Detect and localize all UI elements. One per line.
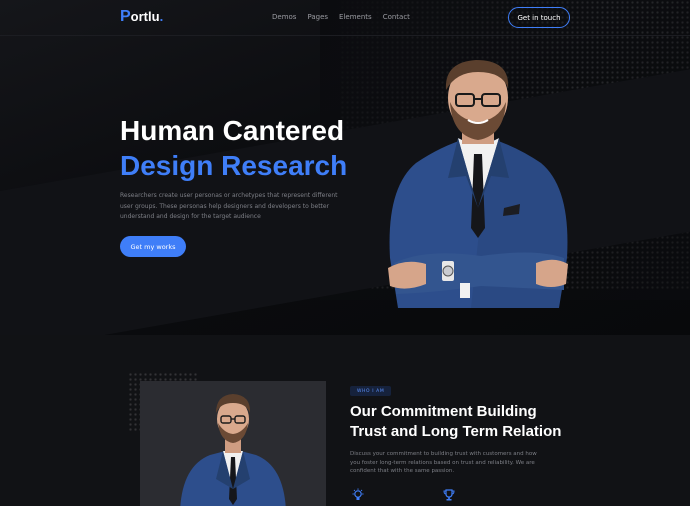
hero-description: Researchers create user personas or arch…: [120, 192, 338, 220]
about-portrait: [140, 381, 326, 506]
menu-item-demos[interactable]: Demos: [272, 13, 296, 21]
about-title-line1: Our Commitment Building: [350, 403, 537, 420]
hero-title-line1: Human Cantered: [120, 115, 345, 146]
trophy-icon: [443, 489, 455, 501]
section-badge: WHO I AM: [350, 386, 392, 396]
hero-portrait: [388, 60, 568, 308]
logo-dot: .: [159, 9, 164, 24]
about-image-card: [140, 381, 326, 506]
get-in-touch-button[interactable]: Get in touch: [508, 7, 570, 28]
lightbulb-icon: [352, 488, 364, 500]
logo-initial: P: [120, 8, 131, 25]
menu-item-contact[interactable]: Contact: [383, 13, 410, 21]
menu-item-pages[interactable]: Pages: [307, 13, 328, 21]
about-description: Discuss your commitment to building trus…: [350, 451, 537, 474]
main-menu: Demos Pages Elements Contact: [272, 13, 410, 21]
about-title: Our Commitment Building Trust and Long T…: [350, 402, 561, 442]
logo-text: ortlu: [130, 9, 160, 24]
about-title-line2: Trust and Long Term Relation: [350, 423, 562, 440]
logo[interactable]: Portlu.: [120, 8, 163, 26]
top-navbar: Portlu. Demos Pages Elements Contact Get…: [0, 0, 690, 36]
get-my-works-button[interactable]: Get my works: [120, 236, 186, 257]
hero-title-line2: Design Research: [120, 150, 348, 181]
about-section: [0, 335, 690, 506]
menu-item-elements[interactable]: Elements: [339, 13, 372, 21]
